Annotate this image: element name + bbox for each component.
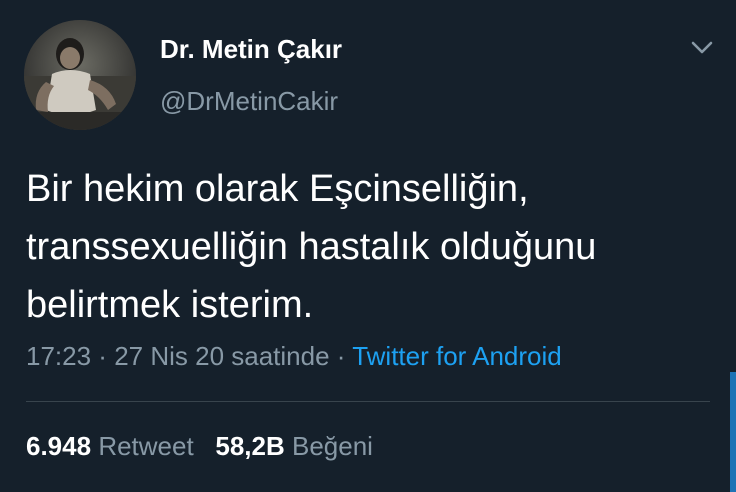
author-handle[interactable]: @DrMetinCakir: [160, 84, 338, 118]
retweets-label: Retweet: [98, 431, 194, 461]
meta-separator: ·: [329, 341, 353, 371]
meta-separator: ·: [91, 341, 115, 371]
tweet-time: 17:23: [26, 341, 92, 371]
likes-stat[interactable]: 58,2B Beğeni: [215, 431, 373, 461]
tweet-metadata: 17:23 · 27 Nis 20 saatinde · Twitter for…: [26, 338, 562, 374]
avatar[interactable]: [24, 20, 136, 130]
profile-photo-image: [24, 20, 136, 130]
retweets-stat[interactable]: 6.948 Retweet: [26, 431, 194, 461]
retweets-count: 6.948: [26, 431, 92, 461]
tweet-date: 27 Nis 20 saatinde: [114, 341, 330, 371]
tweet-stats: 6.948 Retweet 58,2B Beğeni: [26, 428, 373, 464]
tweet-text: Bir hekim olarak Eşcinselliğin, transsex…: [26, 168, 597, 326]
scrollbar[interactable]: [730, 372, 736, 492]
author-display-name[interactable]: Dr. Metin Çakır: [160, 32, 342, 66]
tweet-detail-view: Dr. Metin Çakır @DrMetinCakir Bir hekim …: [0, 0, 736, 492]
chevron-down-icon[interactable]: [688, 36, 716, 60]
tweet-source-link[interactable]: Twitter for Android: [352, 341, 562, 371]
likes-count: 58,2B: [215, 431, 285, 461]
likes-label: Beğeni: [292, 431, 373, 461]
divider: [26, 401, 710, 402]
